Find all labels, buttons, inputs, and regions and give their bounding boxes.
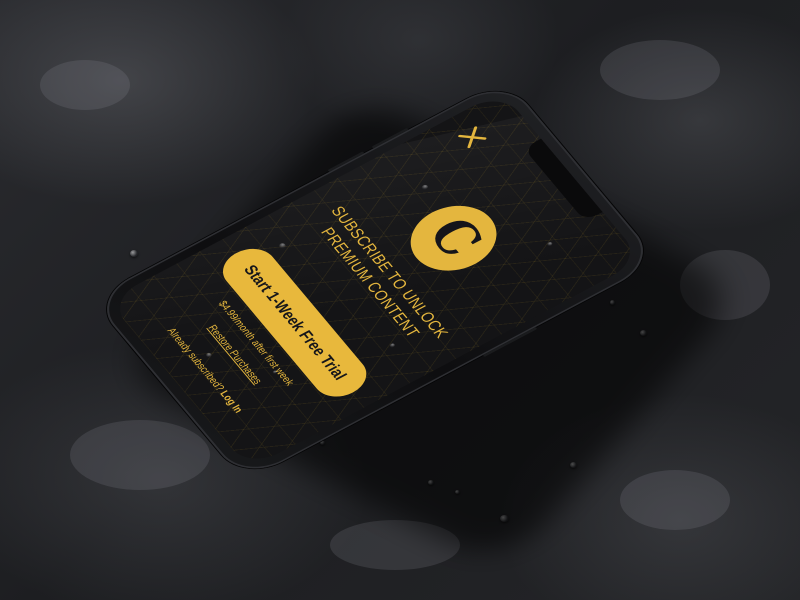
login-link[interactable]: Log In (217, 389, 245, 415)
logo-letter: C (414, 208, 496, 267)
background-stone-surface: C SUBSCRIBE TO UNLOCK PREMIUM CONTENT St… (0, 0, 800, 600)
screen-water-droplet (388, 342, 396, 349)
phone-mockup: C SUBSCRIBE TO UNLOCK PREMIUM CONTENT St… (0, 0, 800, 600)
screen-water-droplet (205, 352, 213, 359)
